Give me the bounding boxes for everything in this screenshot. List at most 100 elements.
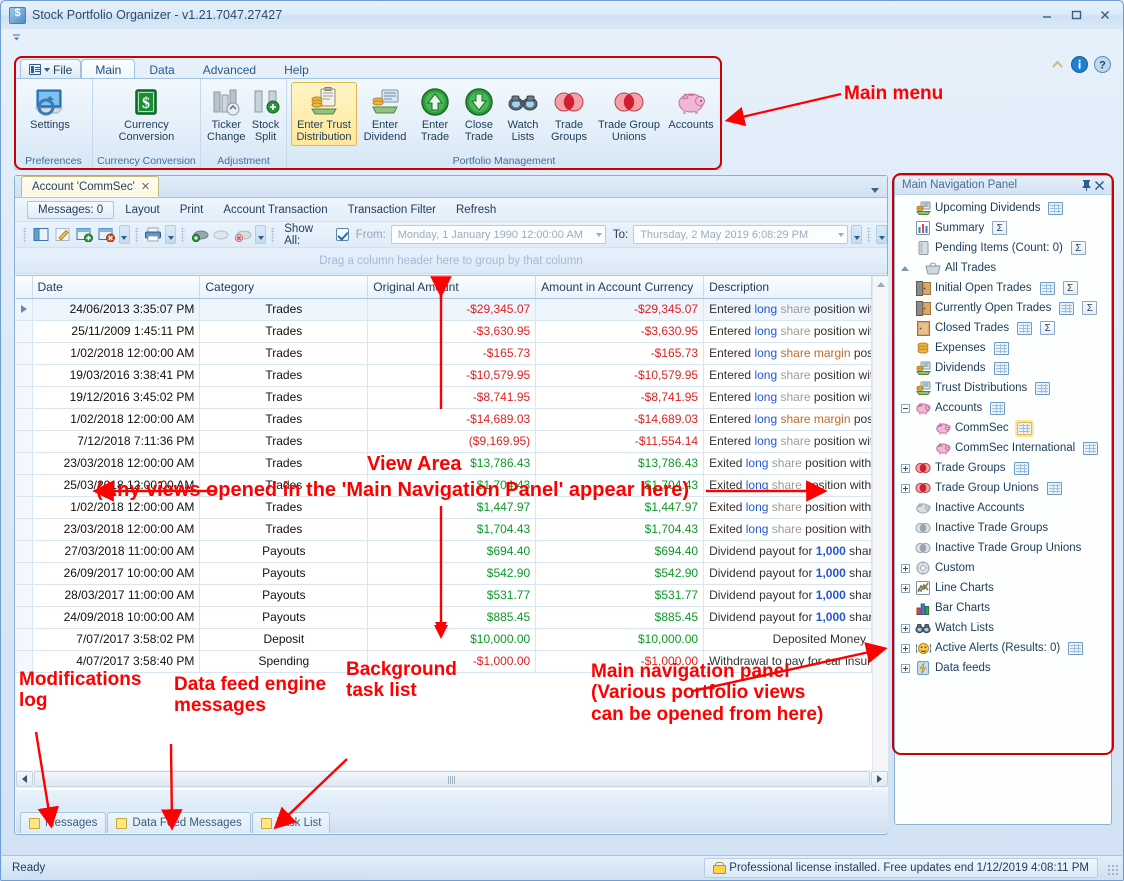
nav-item-commsec[interactable]: CommSec [895,418,1111,438]
open-grid-view-icon[interactable] [1035,382,1050,395]
trade-group-unions-button[interactable]: Trade Group Unions [593,82,665,146]
edit-icon[interactable] [54,225,73,244]
open-summary-view-icon[interactable]: Σ [1071,241,1086,255]
column-header-original-amount[interactable]: Original Amount [368,276,536,298]
show-all-checkbox[interactable] [336,228,349,241]
nav-item-active-alerts-results-0[interactable]: Active Alerts (Results: 0) [895,638,1111,658]
close-trade-button[interactable]: Close Trade [457,82,501,146]
scroll-right-icon[interactable] [871,771,888,787]
nav-item-line-charts[interactable]: Line Charts [895,578,1111,598]
toolbar-overflow-3[interactable] [255,225,266,244]
open-grid-view-icon[interactable] [1017,422,1032,435]
toolbar-grip-2[interactable] [135,227,139,243]
expand-icon[interactable] [899,624,911,633]
column-header-category[interactable]: Category [200,276,368,298]
row-indicator[interactable] [16,496,32,518]
expand-icon[interactable] [899,484,911,493]
nav-item-accounts[interactable]: Accounts [895,398,1111,418]
enter-dividend-button[interactable]: Enter Dividend [357,82,413,146]
nav-item-trade-groups[interactable]: Trade Groups [895,458,1111,478]
open-grid-view-icon[interactable] [1047,482,1062,495]
nav-item-bar-charts[interactable]: Bar Charts [895,598,1111,618]
collapse-icon[interactable] [899,404,911,413]
nav-item-inactive-trade-group-unions[interactable]: Inactive Trade Group Unions [895,538,1111,558]
expand-icon[interactable] [899,584,911,593]
open-grid-view-icon[interactable] [994,362,1009,375]
open-grid-view-icon[interactable] [1017,322,1032,335]
from-date-spinner-icon[interactable] [596,233,602,237]
info-icon[interactable] [1071,56,1088,76]
tab-advanced[interactable]: Advanced [189,59,270,80]
open-grid-view-icon[interactable] [1040,282,1055,295]
column-header-description[interactable]: Description [704,276,872,298]
nav-item-expenses[interactable]: Expenses [895,338,1111,358]
expand-icon[interactable] [899,644,911,653]
nav-item-summary[interactable]: SummaryΣ [895,218,1111,238]
enter-trade-button[interactable]: Enter Trade [413,82,457,146]
nav-item-data-feeds[interactable]: Data feeds [895,658,1111,678]
pin-icon[interactable] [1080,178,1093,192]
open-summary-view-icon[interactable]: Σ [1063,281,1078,295]
row-indicator[interactable] [16,452,32,474]
stock-split-button[interactable]: Stock Split [248,82,284,146]
grid-horizontal-scrollbar[interactable] [16,770,888,788]
expand-icon[interactable] [899,564,911,573]
to-date-input[interactable]: Thursday, 2 May 2019 6:08:29 PM [633,225,848,244]
menu-print[interactable]: Print [171,204,213,216]
quick-access-toolbar[interactable] [1,29,1123,49]
row-indicator[interactable] [16,320,32,342]
close-button[interactable] [1090,5,1119,25]
column-header-amount-account-currency[interactable]: Amount in Account Currency [536,276,704,298]
row-indicator[interactable] [16,474,32,496]
close-icon[interactable] [1093,178,1106,192]
nav-item-custom[interactable]: Custom [895,558,1111,578]
nav-item-all-trades[interactable]: All Trades [895,258,1111,278]
horizontal-scroll-track[interactable] [34,771,870,787]
document-tab-dropdown-icon[interactable] [871,188,879,193]
nav-item-trade-group-unions[interactable]: Trade Group Unions [895,478,1111,498]
from-date-input[interactable]: Monday, 1 January 1990 12:00:00 AM [391,225,606,244]
nav-item-upcoming-dividends[interactable]: Upcoming Dividends [895,198,1111,218]
toolbar-overflow-4[interactable] [851,225,862,244]
nav-item-trust-distributions[interactable]: Trust Distributions [895,378,1111,398]
trade-groups-button[interactable]: Trade Groups [545,82,593,146]
nav-item-inactive-accounts[interactable]: Inactive Accounts [895,498,1111,518]
expand-icon[interactable] [899,464,911,473]
nav-item-pending-items-count-0[interactable]: Pending Items (Count: 0)Σ [895,238,1111,258]
toolbar-overflow-1[interactable] [119,225,130,244]
quick-access-dropdown-icon[interactable] [11,32,22,46]
to-date-spinner-icon[interactable] [838,233,844,237]
menu-layout[interactable]: Layout [116,204,169,216]
open-grid-view-icon[interactable] [1059,302,1074,315]
maximize-button[interactable] [1061,5,1090,25]
collapse-ribbon-icon[interactable] [1050,57,1065,75]
row-indicator[interactable] [16,342,32,364]
enter-trust-distribution-button[interactable]: Enter Trust Distribution [291,82,357,146]
tab-main[interactable]: Main [81,59,135,80]
resize-grip[interactable] [1107,864,1119,876]
panel-icon[interactable] [32,225,51,244]
row-indicator[interactable] [16,298,32,320]
row-indicator[interactable] [16,584,32,606]
help-icon[interactable]: ? [1094,56,1111,76]
nav-item-closed-trades[interactable]: Closed TradesΣ [895,318,1111,338]
currency-conversion-button[interactable]: $ Currency Conversion [110,82,182,146]
watch-lists-button[interactable]: Watch Lists [501,82,545,146]
open-grid-view-icon[interactable] [1048,202,1063,215]
ticker-change-button[interactable]: Ticker Change [205,82,248,146]
import-icon[interactable] [212,225,231,244]
scroll-up-icon[interactable] [873,276,889,292]
export-icon[interactable] [190,225,209,244]
group-by-bar[interactable]: Drag a column header here to group by th… [15,248,887,274]
toolbar-overflow-2[interactable] [165,225,176,244]
expand-icon[interactable] [899,664,911,673]
open-summary-view-icon[interactable]: Σ [1040,321,1055,335]
grid-vertical-scrollbar[interactable] [872,276,888,822]
open-grid-view-icon[interactable] [994,342,1009,355]
add-record-icon[interactable] [75,225,94,244]
menu-account-transaction[interactable]: Account Transaction [214,204,336,216]
toolbar-grip[interactable] [23,227,27,243]
remove-export-icon[interactable] [234,225,253,244]
open-grid-view-icon[interactable] [990,402,1005,415]
tab-data[interactable]: Data [135,59,188,80]
